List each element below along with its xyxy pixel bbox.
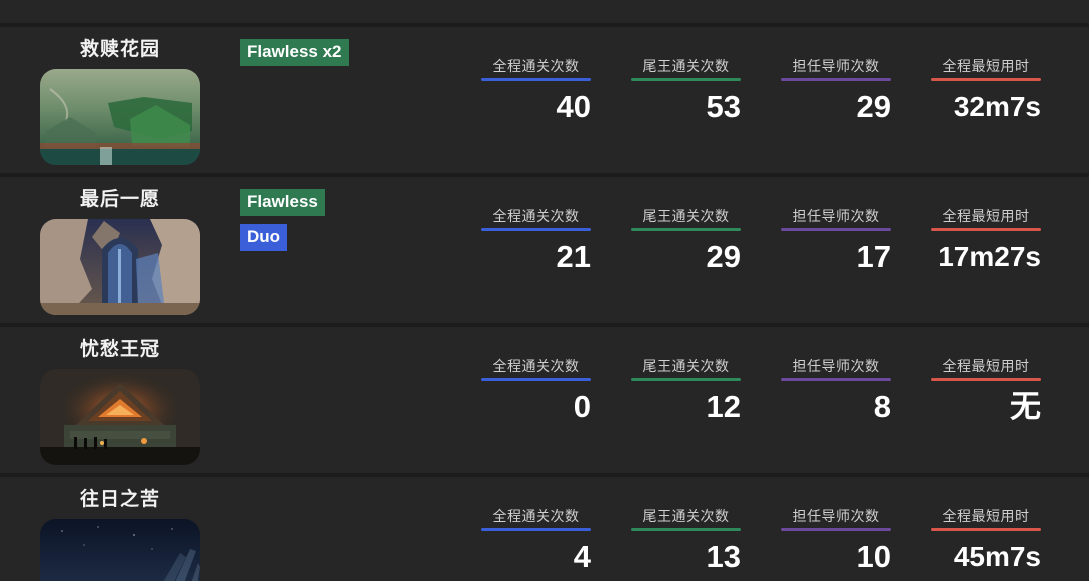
badge-flawless: Flawless x2 (240, 39, 349, 66)
raid-stats: 全程通关次数 21 尾王通关次数 29 担任导师次数 17 全程最短用时 17m27s (470, 177, 1089, 276)
stat-label-final_boss: 尾王通关次数 (642, 58, 730, 74)
stat-value-fastest_time: 32m7s (953, 91, 1041, 122)
raid-stats: 全程通关次数 0 尾王通关次数 12 担任导师次数 8 全程最短用时无 (470, 327, 1089, 426)
stat-value-full_clears: 40 (556, 89, 591, 124)
raid-badges: Flawless x2 (240, 27, 470, 66)
stat-sherpa: 担任导师次数 8 (781, 357, 891, 426)
stat-value-full_clears: 21 (556, 239, 591, 274)
stat-sherpa: 担任导师次数 29 (781, 57, 891, 126)
raid-badges (240, 477, 470, 489)
raid-identity: 往日之苦 (0, 477, 240, 581)
stat-underline-fastest_time (931, 378, 1041, 381)
stat-value-full_clears: 0 (573, 389, 591, 424)
stat-final_boss: 尾王通关次数 13 (631, 507, 741, 576)
stat-label-full_clears: 全程通关次数 (492, 58, 580, 74)
raid-badges: Flawless Duo (240, 177, 470, 251)
stat-label-full_clears: 全程通关次数 (492, 358, 580, 374)
raid-identity: 忧愁王冠 (0, 327, 240, 465)
stat-value-sherpa: 10 (856, 539, 891, 574)
stat-underline-final_boss (631, 378, 741, 381)
stat-final_boss: 尾王通关次数 53 (631, 57, 741, 126)
stat-label-sherpa: 担任导师次数 (792, 58, 880, 74)
stat-underline-final_boss (631, 228, 741, 231)
stat-value-final_boss: 13 (706, 539, 741, 574)
stat-value-sherpa: 8 (873, 389, 891, 424)
stat-value-final_boss: 12 (706, 389, 741, 424)
raid-identity: 最后一愿 (0, 177, 240, 315)
raid-thumbnail[interactable] (40, 369, 200, 465)
stat-underline-sherpa (781, 228, 891, 231)
raid-thumbnail[interactable] (40, 219, 200, 315)
raid-badges (240, 327, 470, 339)
stat-label-fastest_time: 全程最短用时 (942, 208, 1030, 224)
stat-underline-sherpa (781, 528, 891, 531)
stat-fastest_time: 全程最短用时 45m7s (931, 507, 1041, 576)
raid-stats: 全程通关次数 4 尾王通关次数 13 担任导师次数 10 全程最短用时 45m7s (470, 477, 1089, 576)
badge-duo: Duo (240, 224, 288, 251)
stat-sherpa: 担任导师次数 10 (781, 507, 891, 576)
stat-full_clears: 全程通关次数 40 (481, 57, 591, 126)
raid-row[interactable]: 救赎花园 Flawless x2 全程通关次数 40 尾王通关次数 53 担任导师次数 29… (0, 27, 1089, 177)
stat-underline-fastest_time (931, 228, 1041, 231)
stat-full_clears: 全程通关次数 4 (481, 507, 591, 576)
stat-value-final_boss: 29 (706, 239, 741, 274)
raid-row[interactable]: 最后一愿 Flawless Duo 全程通关次数 21 尾王通关次数 29 担任导师次数 17… (0, 177, 1089, 327)
stat-label-sherpa: 担任导师次数 (792, 358, 880, 374)
stat-underline-sherpa (781, 78, 891, 81)
stat-value-fastest_time: 45m7s (953, 541, 1041, 572)
stat-underline-final_boss (631, 528, 741, 531)
badge-flawless: Flawless (240, 189, 325, 216)
stat-value-sherpa: 17 (856, 239, 891, 274)
stat-fastest_time: 全程最短用时 32m7s (931, 57, 1041, 126)
stat-label-fastest_time: 全程最短用时 (942, 58, 1030, 74)
stat-label-full_clears: 全程通关次数 (492, 208, 580, 224)
stat-label-final_boss: 尾王通关次数 (642, 208, 730, 224)
raid-row[interactable]: 往日之苦 全程通关次数 4 尾王通关次数 13 担任导师次数 10 全程最短用时 45m7s (0, 477, 1089, 581)
stat-fastest_time: 全程最短用时无 (931, 357, 1041, 426)
raid-row[interactable]: 忧愁王冠 全程通关次数 0 尾王通关次数 12 担任导师次数 8 全程最短用时无 (0, 327, 1089, 477)
stat-label-fastest_time: 全程最短用时 (942, 358, 1030, 374)
stat-full_clears: 全程通关次数 0 (481, 357, 591, 426)
stat-sherpa: 担任导师次数 17 (781, 207, 891, 276)
stat-full_clears: 全程通关次数 21 (481, 207, 591, 276)
stat-value-sherpa: 29 (856, 89, 891, 124)
raid-title: 忧愁王冠 (79, 339, 160, 360)
stat-label-final_boss: 尾王通关次数 (642, 358, 730, 374)
stat-value-final_boss: 53 (706, 89, 741, 124)
stat-final_boss: 尾王通关次数 29 (631, 207, 741, 276)
stat-label-sherpa: 担任导师次数 (792, 208, 880, 224)
raid-thumbnail[interactable] (40, 519, 200, 581)
raid-activity-list: 全程通关次数尾王通关次数担任导师次数全程最短用时救赎花园 Flawless x2… (0, 0, 1089, 581)
stat-label-full_clears: 全程通关次数 (492, 508, 580, 524)
stat-underline-full_clears (481, 378, 591, 381)
raid-thumbnail[interactable] (40, 69, 200, 165)
raid-stats: 全程通关次数 40 尾王通关次数 53 担任导师次数 29 全程最短用时 32m7s (470, 27, 1089, 126)
stat-label-final_boss: 尾王通关次数 (642, 508, 730, 524)
stat-label-fastest_time: 全程最短用时 (942, 508, 1030, 524)
stat-final_boss: 尾王通关次数 12 (631, 357, 741, 426)
raid-row[interactable]: 全程通关次数尾王通关次数担任导师次数全程最短用时 (0, 0, 1089, 27)
stat-underline-final_boss (631, 78, 741, 81)
stat-value-full_clears: 4 (573, 539, 591, 574)
stat-fastest_time: 全程最短用时 17m27s (931, 207, 1041, 276)
raid-title: 救赎花园 (79, 39, 160, 60)
stat-value-fastest_time: 17m27s (938, 241, 1041, 272)
stat-underline-full_clears (481, 228, 591, 231)
stat-underline-full_clears (481, 528, 591, 531)
stat-label-sherpa: 担任导师次数 (792, 508, 880, 524)
raid-identity: 救赎花园 (0, 27, 240, 165)
raid-title: 往日之苦 (79, 489, 160, 510)
stat-value-fastest_time: 无 (1010, 389, 1041, 424)
stat-underline-fastest_time (931, 528, 1041, 531)
stat-underline-full_clears (481, 78, 591, 81)
stat-underline-sherpa (781, 378, 891, 381)
raid-title: 最后一愿 (79, 189, 160, 210)
stat-underline-fastest_time (931, 78, 1041, 81)
